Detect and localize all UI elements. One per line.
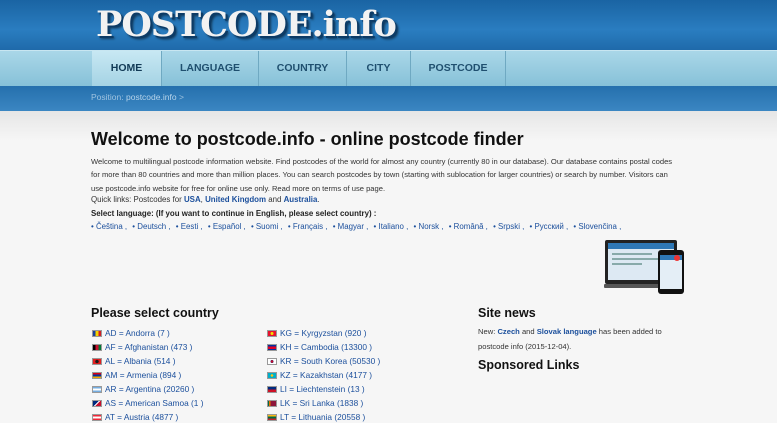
country-link[interactable]: AM = Armenia (894 ) (105, 368, 181, 382)
nav-postcode[interactable]: POSTCODE (411, 51, 506, 86)
country-row[interactable]: LK = Sri Lanka (1838 ) (267, 396, 380, 410)
language-link[interactable]: • Русский , (530, 222, 569, 231)
country-row[interactable]: AD = Andorra (7 ) (92, 326, 203, 340)
news-and: and (521, 327, 535, 336)
country-heading: Please select country (91, 306, 219, 320)
quick-links-end: . (317, 195, 320, 204)
language-link[interactable]: • Italiano , (374, 222, 409, 231)
country-link[interactable]: AD = Andorra (7 ) (105, 326, 170, 340)
nav-country[interactable]: COUNTRY (259, 51, 347, 86)
breadcrumb-bar: Position: postcode.info > (0, 86, 777, 111)
quick-links: Quick links: Postcodes for USA, United K… (91, 195, 320, 204)
quick-link-uk[interactable]: United Kingdom (205, 195, 266, 204)
country-link[interactable]: KR = South Korea (50530 ) (280, 354, 380, 368)
country-row[interactable]: AL = Albania (514 ) (92, 354, 203, 368)
laptop-screen-line (612, 258, 662, 260)
country-link[interactable]: AS = American Samoa (1 ) (105, 396, 203, 410)
language-link[interactable]: • Deutsch , (132, 222, 170, 231)
intro-text: Welcome to multilingual postcode informa… (91, 157, 673, 193)
quick-links-and: and (268, 195, 282, 204)
language-link[interactable]: • Slovenčina , (573, 222, 621, 231)
flag-icon (267, 329, 277, 337)
language-link[interactable]: • Magyar , (333, 222, 369, 231)
flag-icon (92, 371, 102, 379)
country-row[interactable]: KR = South Korea (50530 ) (267, 354, 380, 368)
country-row[interactable]: AF = Afghanistan (473 ) (92, 340, 203, 354)
breadcrumb-prefix: Position: (91, 92, 124, 102)
quick-link-usa[interactable]: USA (184, 195, 201, 204)
country-link[interactable]: LK = Sri Lanka (1838 ) (280, 396, 363, 410)
country-link[interactable]: AF = Afghanistan (473 ) (105, 340, 192, 354)
quick-link-australia[interactable]: Australia (284, 195, 318, 204)
flag-icon (92, 385, 102, 393)
language-link[interactable]: • Norsk , (414, 222, 444, 231)
language-link[interactable]: • Română , (449, 222, 488, 231)
flag-icon (267, 357, 277, 365)
country-link[interactable]: KZ = Kazakhstan (4177 ) (280, 368, 372, 382)
breadcrumb-separator: > (178, 92, 184, 102)
country-row[interactable]: LT = Lithuania (20558 ) (267, 410, 380, 423)
flag-icon (92, 413, 102, 421)
country-link[interactable]: KG = Kyrgyzstan (920 ) (280, 326, 366, 340)
country-row[interactable]: KH = Cambodia (13300 ) (267, 340, 380, 354)
country-list-left: AD = Andorra (7 ) AF = Afghanistan (473 … (92, 326, 203, 423)
news-prefix: New: (478, 327, 496, 336)
language-link[interactable]: • Français , (288, 222, 328, 231)
country-row[interactable]: AS = American Samoa (1 ) (92, 396, 203, 410)
nav-language[interactable]: LANGUAGE (162, 51, 259, 86)
flag-icon (267, 399, 277, 407)
country-row[interactable]: LI = Liechtenstein (13 ) (267, 382, 380, 396)
country-row[interactable]: KZ = Kazakhstan (4177 ) (267, 368, 380, 382)
flag-icon (92, 343, 102, 351)
flag-icon (267, 371, 277, 379)
news-link-czech[interactable]: Czech (497, 327, 519, 336)
country-link[interactable]: AL = Albania (514 ) (105, 354, 176, 368)
flag-icon (92, 399, 102, 407)
language-link[interactable]: • Eesti , (176, 222, 203, 231)
country-row[interactable]: KG = Kyrgyzstan (920 ) (267, 326, 380, 340)
country-row[interactable]: AM = Armenia (894 ) (92, 368, 203, 382)
flag-icon (92, 357, 102, 365)
phone-badge (674, 255, 680, 261)
language-link[interactable]: • Español , (208, 222, 246, 231)
country-link[interactable]: KH = Cambodia (13300 ) (280, 340, 372, 354)
flag-icon (267, 413, 277, 421)
flag-icon (267, 343, 277, 351)
country-list-right: KG = Kyrgyzstan (920 ) KH = Cambodia (13… (267, 326, 380, 423)
site-header: POSTCODE.info (0, 0, 777, 50)
site-news-text: New: Czech and Slovak language has been … (478, 325, 688, 354)
main-nav: HOME LANGUAGE COUNTRY CITY POSTCODE (0, 50, 777, 86)
country-row[interactable]: AT = Austria (4877 ) (92, 410, 203, 423)
laptop-screen-line (612, 253, 652, 255)
country-row[interactable]: AR = Argentina (20260 ) (92, 382, 203, 396)
nav-home[interactable]: HOME (92, 51, 162, 86)
country-link[interactable]: AT = Austria (4877 ) (105, 410, 178, 423)
country-link[interactable]: LT = Lithuania (20558 ) (280, 410, 365, 423)
quick-links-prefix: Quick links: Postcodes for (91, 195, 182, 204)
flag-icon (92, 329, 102, 337)
page-title: Welcome to postcode.info - online postco… (91, 129, 524, 149)
devices-illustration (604, 240, 684, 294)
breadcrumb-link[interactable]: postcode.info (126, 92, 177, 102)
select-language-label: Select language: (If you want to continu… (91, 209, 377, 218)
flag-icon (267, 385, 277, 393)
sponsored-links-heading: Sponsored Links (478, 358, 580, 372)
site-news-heading: Site news (478, 306, 536, 320)
nav-city[interactable]: CITY (347, 51, 411, 86)
laptop-screen-header (608, 243, 674, 249)
language-link[interactable]: • Suomi , (251, 222, 283, 231)
language-link[interactable]: • Srpski , (493, 222, 524, 231)
country-link[interactable]: AR = Argentina (20260 ) (105, 382, 194, 396)
laptop-screen-line (612, 263, 642, 265)
site-logo[interactable]: POSTCODE.info (96, 4, 397, 45)
language-list: • Čeština , • Deutsch , • Eesti , • Espa… (91, 222, 624, 231)
breadcrumb: Position: postcode.info > (91, 92, 184, 102)
news-link-slovak[interactable]: Slovak language (537, 327, 597, 336)
quick-link-comma: , (200, 195, 203, 204)
country-link[interactable]: LI = Liechtenstein (13 ) (280, 382, 365, 396)
language-link[interactable]: • Čeština , (91, 222, 127, 231)
